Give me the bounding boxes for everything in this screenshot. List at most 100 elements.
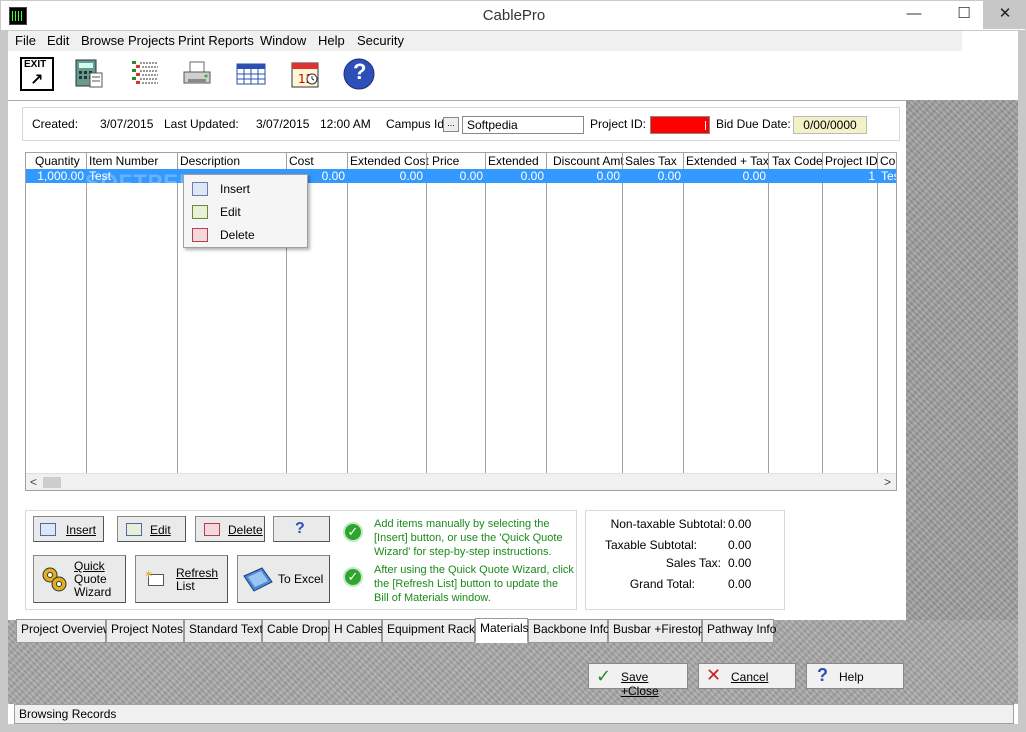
column-divider <box>86 153 87 474</box>
column-header-discount-amt[interactable]: Discount Amt <box>553 154 624 168</box>
menu-security[interactable]: Security <box>357 33 404 48</box>
checkmark-icon: ✓ <box>596 666 612 686</box>
materials-grid[interactable]: Quantity Item Number Description Cost Ex… <box>25 152 897 491</box>
cancel-label: Cancel <box>731 670 769 684</box>
campus-lookup-button[interactable]: ... <box>443 117 459 132</box>
grand-total-value: 0.00 <box>728 577 752 591</box>
scrollbar-thumb[interactable] <box>43 477 61 488</box>
tab-standard-text[interactable]: Standard Text <box>184 619 263 643</box>
delete-button[interactable]: Delete <box>195 516 265 542</box>
column-divider <box>347 153 348 474</box>
tab-backbone-info[interactable]: Backbone Info <box>528 619 610 643</box>
last-updated-date: 3/07/2015 <box>256 117 310 131</box>
taxable-subtotal-value: 0.00 <box>728 538 752 552</box>
cell-quantity: 1,000.00 <box>37 169 84 183</box>
cell-sales-tax: 0.00 <box>657 169 681 183</box>
created-value: 3/07/2015 <box>100 117 154 131</box>
column-header-item-number[interactable]: Item Number <box>89 154 158 168</box>
project-id-field[interactable] <box>650 116 710 134</box>
question-icon: ? <box>817 665 828 685</box>
context-menu-insert[interactable]: Insert <box>186 178 306 200</box>
menu-help[interactable]: Help <box>318 33 345 48</box>
tab-cable-drops[interactable]: Cable Drops <box>262 619 334 643</box>
column-header-quantity[interactable]: Quantity <box>35 154 80 168</box>
edit-icon <box>126 523 142 536</box>
column-header-sales-tax[interactable]: Sales Tax <box>625 154 677 168</box>
column-divider <box>768 153 769 474</box>
delete-icon <box>204 523 220 536</box>
scroll-left-arrow-icon[interactable]: < <box>30 475 37 489</box>
last-updated-time: 12:00 AM <box>320 117 371 131</box>
context-menu-delete[interactable]: Delete <box>186 224 306 246</box>
exit-arrow-glyph: ↗ <box>30 72 44 89</box>
x-icon: ✕ <box>706 665 722 685</box>
tab-equipment-racks[interactable]: Equipment Racks <box>382 619 481 643</box>
calculator-icon[interactable] <box>72 57 106 91</box>
edit-button[interactable]: Edit <box>117 516 186 542</box>
tab-project-overview[interactable]: Project Overview <box>16 619 112 643</box>
context-menu-delete-label: Delete <box>220 228 255 242</box>
help-icon: ? <box>295 520 305 537</box>
menu-file[interactable]: File <box>15 33 36 48</box>
exit-icon-label: EXIT <box>24 59 47 70</box>
cell-extended: 0.00 <box>520 169 544 183</box>
refresh-label-2: List <box>176 579 195 593</box>
list-icon[interactable] <box>128 57 162 91</box>
help-button[interactable]: ? Help <box>806 663 904 689</box>
minimize-button[interactable]: — <box>891 1 937 29</box>
help-icon[interactable]: ? <box>342 57 376 91</box>
to-excel-button[interactable]: To Excel <box>237 555 330 603</box>
menu-window[interactable]: Window <box>260 33 306 48</box>
refresh-list-button[interactable]: ✶ Refresh List <box>135 555 228 603</box>
help-button-small[interactable]: ? <box>273 516 330 542</box>
calendar-grid-icon[interactable] <box>234 57 268 91</box>
insert-button[interactable]: Insert <box>33 516 104 542</box>
column-divider <box>622 153 623 474</box>
save-close-button[interactable]: ✓ Save +Close <box>588 663 688 698</box>
column-header-cost[interactable]: Cost <box>289 154 314 168</box>
cell-co: Tes <box>881 169 896 183</box>
edit-button-label: Edit <box>150 523 171 537</box>
menu-browse-projects[interactable]: Browse Projects <box>81 33 175 48</box>
menu-print-reports[interactable]: Print Reports <box>178 33 254 48</box>
maximize-button[interactable]: ☐ <box>941 1 987 29</box>
printer-icon[interactable] <box>180 57 214 91</box>
tab-pathway-info[interactable]: Pathway Info <box>702 619 776 643</box>
delete-button-label: Delete <box>228 523 263 537</box>
bid-due-date-field[interactable]: 0/00/0000 <box>793 116 867 134</box>
cancel-button[interactable]: ✕ Cancel <box>698 663 796 689</box>
close-button[interactable]: ✕ <box>983 1 1026 29</box>
column-header-extended[interactable]: Extended <box>488 154 539 168</box>
sales-tax-value: 0.00 <box>728 556 752 570</box>
column-divider <box>822 153 823 474</box>
exit-icon[interactable]: EXIT ↗ <box>20 57 54 91</box>
background-texture-right <box>906 100 1018 704</box>
column-header-extended-cost[interactable]: Extended Cost <box>350 154 429 168</box>
column-header-tax-code[interactable]: Tax Code <box>772 154 823 168</box>
grand-total-label: Grand Total: <box>629 577 695 591</box>
column-header-description[interactable]: Description <box>180 154 240 168</box>
horizontal-scrollbar[interactable]: < > <box>26 473 896 490</box>
sparkle-glyph: ✶ <box>144 569 154 581</box>
scroll-right-arrow-icon[interactable]: > <box>884 475 891 489</box>
column-header-co[interactable]: Co <box>880 154 895 168</box>
tab-busbar-firestops[interactable]: Busbar +Firestops <box>608 619 711 643</box>
column-header-extended-tax[interactable]: Extended + Tax <box>686 154 769 168</box>
tab-project-notes[interactable]: Project Notes: <box>106 619 186 643</box>
column-header-price[interactable]: Price <box>432 154 459 168</box>
column-header-project-id[interactable]: Project ID <box>825 154 878 168</box>
cell-extended-tax: 0.00 <box>742 169 766 183</box>
non-taxable-subtotal-value: 0.00 <box>728 517 752 531</box>
quick-quote-label-1: Quick <box>74 559 105 573</box>
tab-h-cables[interactable]: H Cables <box>329 619 383 643</box>
campus-id-field[interactable]: Softpedia <box>462 116 584 134</box>
cell-extended-cost: 0.00 <box>399 169 423 183</box>
calendar-icon[interactable]: 12 <box>288 57 322 91</box>
tab-materials[interactable]: Materials <box>475 618 529 643</box>
quick-quote-wizard-button[interactable]: Quick Quote Wizard <box>33 555 126 603</box>
edit-icon <box>192 205 208 219</box>
non-taxable-subtotal-label: Non-taxable Subtotal: <box>610 517 726 531</box>
context-menu-edit[interactable]: Edit <box>186 201 306 223</box>
menu-edit[interactable]: Edit <box>47 33 69 48</box>
context-menu-insert-label: Insert <box>220 182 251 196</box>
